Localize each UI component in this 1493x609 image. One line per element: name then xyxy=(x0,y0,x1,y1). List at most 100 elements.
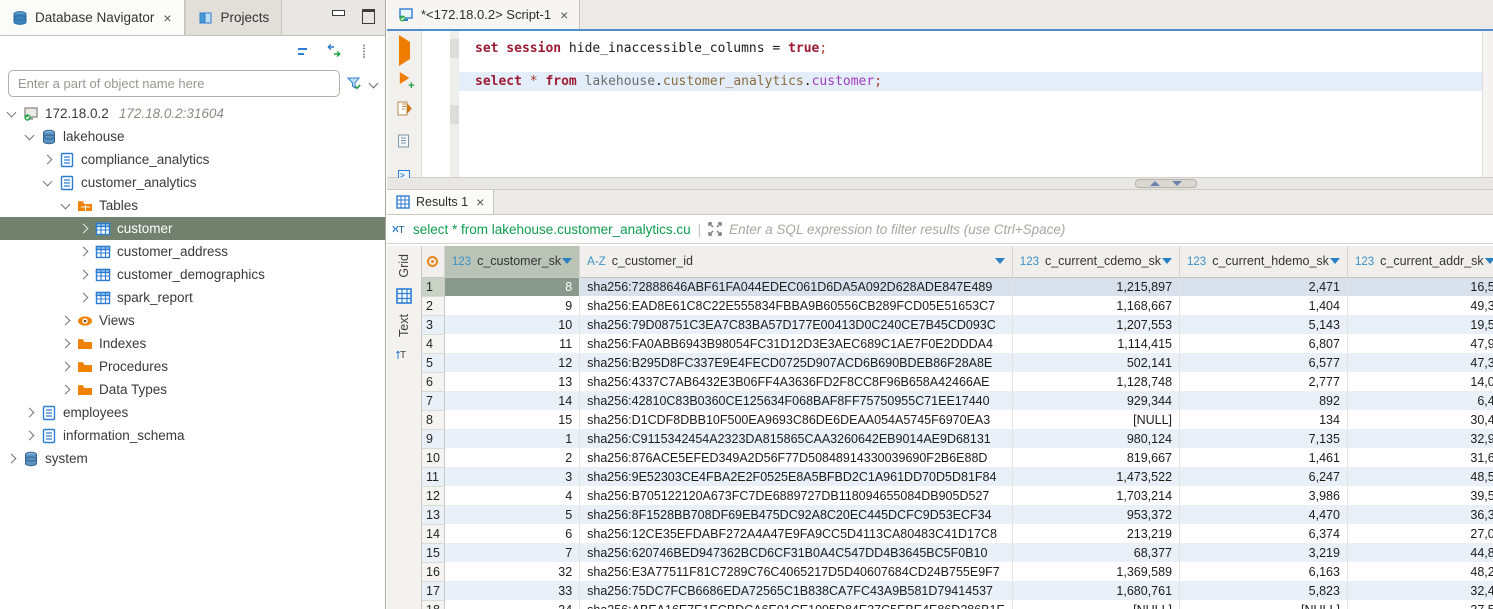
cell-c_customer_sk[interactable]: 14 xyxy=(444,391,579,410)
chevron-collapsed-icon[interactable] xyxy=(25,408,35,418)
cell-c_current_hdemo_sk[interactable]: [NULL] xyxy=(1180,600,1348,609)
tab-sql-script[interactable]: *<172.18.0.2> Script-1 × xyxy=(387,0,580,29)
view-menu-icon[interactable] xyxy=(357,44,371,58)
cell-c_current_hdemo_sk[interactable]: 892 xyxy=(1180,391,1348,410)
cell-c_customer_sk[interactable]: 9 xyxy=(444,296,579,315)
tree-item-views[interactable]: Views xyxy=(0,309,385,332)
tree-item-lakehouse[interactable]: lakehouse xyxy=(0,125,385,148)
cell-c_current_hdemo_sk[interactable]: 6,163 xyxy=(1180,562,1348,581)
cell-c_customer_id[interactable]: sha256:79D08751C3EA7C83BA57D177E00413D0C… xyxy=(580,315,1013,334)
text-presentation-icon[interactable]: T xyxy=(396,347,412,363)
cell-c_customer_id[interactable]: sha256:B295D8FC337E9E4FECD0725D907ACD6B6… xyxy=(580,353,1013,372)
chevron-collapsed-icon[interactable] xyxy=(61,385,71,395)
row-number[interactable]: 12 xyxy=(422,486,444,505)
cell-c_current_hdemo_sk[interactable]: 1,404 xyxy=(1180,296,1348,315)
cell-c_current_addr_sk[interactable]: 47,36 xyxy=(1347,353,1493,372)
cell-c_current_cdemo_sk[interactable]: 819,667 xyxy=(1012,448,1179,467)
chevron-collapsed-icon[interactable] xyxy=(79,224,89,234)
cell-c_current_addr_sk[interactable]: 48,29 xyxy=(1347,562,1493,581)
row-number[interactable]: 18 xyxy=(422,600,444,609)
row-number[interactable]: 4 xyxy=(422,334,444,353)
cell-c_customer_sk[interactable]: 34 xyxy=(444,600,579,609)
column-dropdown-icon[interactable] xyxy=(1162,258,1172,264)
execute-script-icon[interactable] xyxy=(396,101,412,122)
row-number[interactable]: 5 xyxy=(422,353,444,372)
filter-input-placeholder[interactable]: Enter a SQL expression to filter results… xyxy=(729,222,1065,237)
cell-c_current_addr_sk[interactable]: 32,94 xyxy=(1347,429,1493,448)
cell-c_current_hdemo_sk[interactable]: 134 xyxy=(1180,410,1348,429)
tree-item-tables[interactable]: Tables xyxy=(0,194,385,217)
column-header-c_current_addr_sk[interactable]: 123c_current_addr_sk xyxy=(1347,246,1493,277)
column-dropdown-icon[interactable] xyxy=(1485,258,1493,264)
row-number[interactable]: 7 xyxy=(422,391,444,410)
chevron-collapsed-icon[interactable] xyxy=(43,155,53,165)
sash-collapse-controls[interactable] xyxy=(1135,179,1197,188)
cell-c_current_addr_sk[interactable]: 47,99 xyxy=(1347,334,1493,353)
tree-item-system[interactable]: system xyxy=(0,447,385,470)
collapse-down-icon[interactable] xyxy=(1172,181,1182,186)
sql-code[interactable]: set session hide_inaccessible_columns = … xyxy=(459,31,1482,177)
cell-c_customer_sk[interactable]: 11 xyxy=(444,334,579,353)
cell-c_current_addr_sk[interactable]: 27,08 xyxy=(1347,524,1493,543)
cell-c_current_hdemo_sk[interactable]: 3,219 xyxy=(1180,543,1348,562)
cell-c_current_addr_sk[interactable]: 44,81 xyxy=(1347,543,1493,562)
cell-c_current_addr_sk[interactable]: 16,59 xyxy=(1347,277,1493,296)
grid-corner-row-id[interactable] xyxy=(422,246,444,277)
row-number[interactable]: 11 xyxy=(422,467,444,486)
cell-c_current_hdemo_sk[interactable]: 7,135 xyxy=(1180,429,1348,448)
tree-item-spark-report[interactable]: spark_report xyxy=(0,286,385,309)
cell-c_customer_id[interactable]: sha256:12CE35EFDABF272A4A47E9FA9CC5D4113… xyxy=(580,524,1013,543)
object-filter-input[interactable] xyxy=(8,70,340,97)
cell-c_customer_sk[interactable]: 5 xyxy=(444,505,579,524)
cell-c_customer_id[interactable]: sha256:8F1528BB708DF69EB475DC92A8C20EC44… xyxy=(580,505,1013,524)
link-with-editor-icon[interactable] xyxy=(327,44,341,58)
chevron-collapsed-icon[interactable] xyxy=(25,431,35,441)
cell-c_current_cdemo_sk[interactable]: 68,377 xyxy=(1012,543,1179,562)
tree-item-compliance-analytics[interactable]: compliance_analytics xyxy=(0,148,385,171)
row-number[interactable]: 9 xyxy=(422,429,444,448)
cell-c_current_cdemo_sk[interactable]: 1,207,553 xyxy=(1012,315,1179,334)
cell-c_customer_id[interactable]: sha256:E3A77511F81C7289C76C4065217D5D406… xyxy=(580,562,1013,581)
tree-item-172-18-0-2[interactable]: 172.18.0.2172.18.0.2:31604 xyxy=(0,102,385,125)
cell-c_customer_sk[interactable]: 1 xyxy=(444,429,579,448)
cell-c_customer_id[interactable]: sha256:D1CDF8DBB10F500EA9693C86DE6DEAA05… xyxy=(580,410,1013,429)
cell-c_customer_sk[interactable]: 13 xyxy=(444,372,579,391)
cell-c_current_cdemo_sk[interactable]: 1,680,761 xyxy=(1012,581,1179,600)
execute-new-tab-icon[interactable]: + xyxy=(399,71,410,90)
column-header-c_current_cdemo_sk[interactable]: 123c_current_cdemo_sk xyxy=(1012,246,1179,277)
cell-c_customer_id[interactable]: sha256:B705122120A673FC7DE6889727DB11809… xyxy=(580,486,1013,505)
row-number[interactable]: 15 xyxy=(422,543,444,562)
tree-item-data-types[interactable]: Data Types xyxy=(0,378,385,401)
row-number[interactable]: 13 xyxy=(422,505,444,524)
cell-c_customer_id[interactable]: sha256:9E52303CE4FBA2E2F0525E8A5BFBD2C1A… xyxy=(580,467,1013,486)
cell-c_customer_id[interactable]: sha256:ABEA16E7E1ECBDCA6E01CE1095D84E37C… xyxy=(580,600,1013,609)
cell-c_current_addr_sk[interactable]: 30,46 xyxy=(1347,410,1493,429)
cell-c_current_hdemo_sk[interactable]: 3,986 xyxy=(1180,486,1348,505)
cell-c_customer_id[interactable]: sha256:72888646ABF61FA044EDEC061D6DA5A09… xyxy=(580,277,1013,296)
row-number[interactable]: 16 xyxy=(422,562,444,581)
cell-c_current_cdemo_sk[interactable]: 1,473,522 xyxy=(1012,467,1179,486)
cell-c_customer_id[interactable]: sha256:EAD8E61C8C22E555834FBBA9B60556CB2… xyxy=(580,296,1013,315)
cell-c_current_cdemo_sk[interactable]: 953,372 xyxy=(1012,505,1179,524)
cell-c_current_cdemo_sk[interactable]: 1,703,214 xyxy=(1012,486,1179,505)
chevron-collapsed-icon[interactable] xyxy=(79,247,89,257)
chevron-collapsed-icon[interactable] xyxy=(79,270,89,280)
cell-c_current_cdemo_sk[interactable]: 1,215,897 xyxy=(1012,277,1179,296)
cell-c_current_hdemo_sk[interactable]: 4,470 xyxy=(1180,505,1348,524)
cell-c_current_hdemo_sk[interactable]: 6,577 xyxy=(1180,353,1348,372)
cell-c_current_addr_sk[interactable]: 14,00 xyxy=(1347,372,1493,391)
tab-database-navigator[interactable]: Database Navigator × xyxy=(0,0,185,35)
row-number[interactable]: 3 xyxy=(422,315,444,334)
cell-c_customer_id[interactable]: sha256:42810C83B0360CE125634F068BAF8FF75… xyxy=(580,391,1013,410)
cell-c_customer_sk[interactable]: 8 xyxy=(444,277,579,296)
cell-c_current_addr_sk[interactable]: 37,50 xyxy=(1347,600,1493,609)
cell-c_customer_sk[interactable]: 15 xyxy=(444,410,579,429)
row-number[interactable]: 10 xyxy=(422,448,444,467)
chevron-collapsed-icon[interactable] xyxy=(61,339,71,349)
column-header-c_customer_id[interactable]: A-Zc_customer_id xyxy=(580,246,1013,277)
cell-c_current_hdemo_sk[interactable]: 5,143 xyxy=(1180,315,1348,334)
tree-item-customer-demographics[interactable]: customer_demographics xyxy=(0,263,385,286)
cell-c_customer_id[interactable]: sha256:4337C7AB6432E3B06FF4A3636FD2F8CC8… xyxy=(580,372,1013,391)
cell-c_current_hdemo_sk[interactable]: 2,777 xyxy=(1180,372,1348,391)
cell-c_current_cdemo_sk[interactable]: [NULL] xyxy=(1012,600,1179,609)
